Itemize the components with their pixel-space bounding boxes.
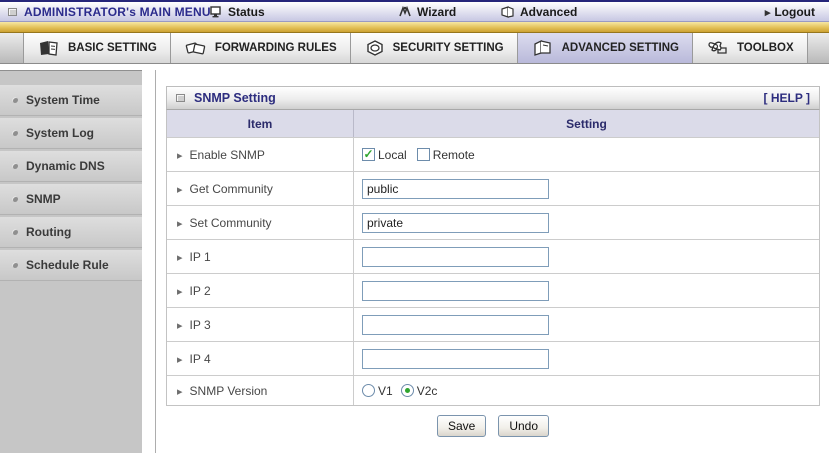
tab-advanced-setting[interactable]: ADVANCED SETTING bbox=[517, 33, 693, 63]
tab-forwarding-rules[interactable]: FORWARDING RULES bbox=[170, 33, 351, 63]
logout-menu-item[interactable]: Logout bbox=[765, 5, 815, 19]
ip3-input[interactable] bbox=[362, 314, 549, 335]
table-row: SNMP Version V1 V2c bbox=[167, 375, 819, 405]
main-region: System Time System Log Dynamic DNS SNMP … bbox=[0, 64, 829, 453]
ip1-label: IP 1 bbox=[189, 249, 211, 264]
ip4-input[interactable] bbox=[362, 348, 549, 369]
snmp-settings-table: Item Setting Enable SNMP Local Remote bbox=[166, 110, 820, 406]
local-checkbox-label: Local bbox=[378, 147, 407, 162]
remote-checkbox-label: Remote bbox=[432, 147, 475, 162]
tab-toolbox[interactable]: TOOLBOX bbox=[692, 33, 808, 63]
column-header-item: Item bbox=[167, 110, 354, 137]
row-arrow-icon bbox=[177, 250, 183, 264]
table-row: IP 1 bbox=[167, 239, 819, 273]
set-community-input[interactable] bbox=[362, 212, 549, 233]
row-arrow-icon bbox=[177, 318, 183, 332]
forwarding-rules-icon bbox=[184, 39, 208, 57]
table-row: Enable SNMP Local Remote bbox=[167, 137, 819, 171]
admin-main-menu-title: ADMINISTRATOR's MAIN MENU bbox=[24, 5, 211, 19]
sidebar-item-dynamic-dns[interactable]: Dynamic DNS bbox=[0, 151, 142, 182]
sidebar-item-system-log[interactable]: System Log bbox=[0, 118, 142, 149]
get-community-label: Get Community bbox=[189, 181, 273, 196]
sidebar-item-schedule-rule[interactable]: Schedule Rule bbox=[0, 250, 142, 281]
wizard-menu-item[interactable]: Wizard bbox=[398, 5, 456, 19]
table-header-row: Item Setting bbox=[167, 110, 819, 137]
table-row: IP 4 bbox=[167, 341, 819, 375]
sidebar-item-system-time[interactable]: System Time bbox=[0, 85, 142, 116]
row-arrow-icon bbox=[177, 216, 183, 230]
get-community-input[interactable] bbox=[362, 178, 549, 199]
ip3-label: IP 3 bbox=[189, 317, 211, 332]
form-button-row: Save Undo bbox=[166, 406, 820, 437]
main-tab-bar: BASIC SETTING FORWARDING RULES SECURITY … bbox=[0, 33, 829, 64]
status-icon bbox=[210, 6, 223, 18]
security-setting-icon bbox=[364, 39, 386, 57]
row-arrow-icon bbox=[177, 182, 183, 196]
top-menu-bar: ADMINISTRATOR's MAIN MENU Status Wizard … bbox=[0, 0, 829, 22]
table-row: Get Community bbox=[167, 171, 819, 205]
table-row: Set Community bbox=[167, 205, 819, 239]
menu-square-icon bbox=[8, 8, 17, 16]
v2c-radio-label: V2c bbox=[416, 383, 438, 398]
panel-header: SNMP Setting [ HELP ] bbox=[166, 86, 820, 110]
undo-button[interactable]: Undo bbox=[498, 415, 550, 437]
set-community-label: Set Community bbox=[189, 215, 272, 230]
advanced-setting-icon bbox=[531, 39, 555, 57]
wizard-icon bbox=[398, 6, 412, 18]
column-header-setting: Setting bbox=[566, 116, 607, 131]
bullet-icon bbox=[12, 163, 18, 169]
table-row: IP 3 bbox=[167, 307, 819, 341]
sidebar-item-routing[interactable]: Routing bbox=[0, 217, 142, 248]
tab-security-setting[interactable]: SECURITY SETTING bbox=[350, 33, 518, 63]
tab-basic-setting[interactable]: BASIC SETTING bbox=[23, 33, 171, 63]
advanced-icon bbox=[500, 6, 515, 18]
row-arrow-icon bbox=[177, 284, 183, 298]
enable-snmp-label: Enable SNMP bbox=[189, 147, 265, 162]
local-checkbox[interactable] bbox=[362, 148, 375, 161]
v1-radio-label: V1 bbox=[378, 383, 393, 398]
toolbox-icon bbox=[706, 39, 730, 57]
ip2-label: IP 2 bbox=[189, 283, 211, 298]
remote-checkbox[interactable] bbox=[416, 148, 430, 161]
ip4-label: IP 4 bbox=[189, 351, 211, 366]
bullet-icon bbox=[12, 262, 18, 268]
content-area: SNMP Setting [ HELP ] Item Setting Enabl… bbox=[155, 70, 829, 453]
snmp-setting-panel: SNMP Setting [ HELP ] Item Setting Enabl… bbox=[166, 86, 820, 437]
sidebar-content-gap bbox=[142, 70, 155, 453]
help-link[interactable]: [ HELP ] bbox=[764, 91, 810, 105]
panel-title: SNMP Setting bbox=[194, 91, 276, 105]
basic-setting-icon bbox=[37, 39, 61, 57]
snmp-version-label: SNMP Version bbox=[189, 383, 268, 398]
ip1-input[interactable] bbox=[362, 246, 549, 267]
row-arrow-icon bbox=[177, 384, 183, 398]
bullet-icon bbox=[12, 130, 18, 136]
v2c-radio[interactable] bbox=[400, 384, 414, 397]
bullet-icon bbox=[12, 97, 18, 103]
save-button[interactable]: Save bbox=[436, 415, 487, 437]
table-row: IP 2 bbox=[167, 273, 819, 307]
row-arrow-icon bbox=[177, 148, 183, 162]
ip2-input[interactable] bbox=[362, 280, 549, 301]
advanced-menu-item[interactable]: Advanced bbox=[500, 5, 577, 19]
sidebar-nav: System Time System Log Dynamic DNS SNMP … bbox=[0, 70, 142, 453]
status-menu-item[interactable]: Status bbox=[210, 5, 265, 19]
v1-radio[interactable] bbox=[362, 384, 375, 397]
bullet-icon bbox=[12, 196, 18, 202]
panel-square-icon bbox=[176, 94, 185, 102]
row-arrow-icon bbox=[177, 352, 183, 366]
sidebar-item-snmp[interactable]: SNMP bbox=[0, 184, 142, 215]
gold-divider-bar bbox=[0, 22, 829, 33]
bullet-icon bbox=[12, 229, 18, 235]
